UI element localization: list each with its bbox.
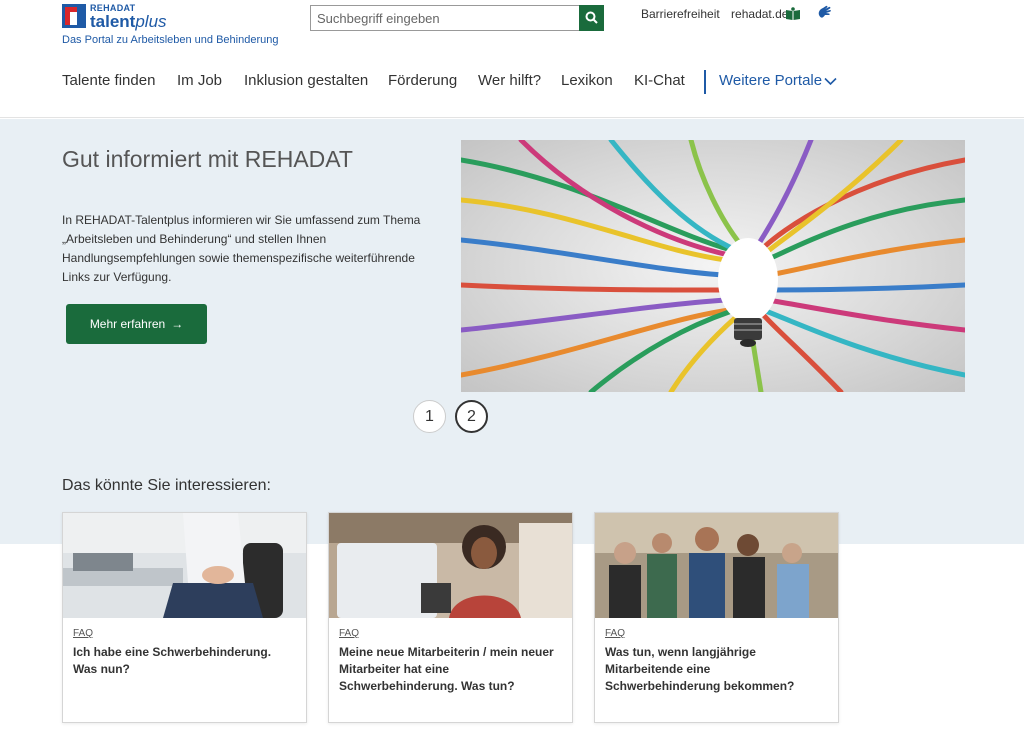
card-image-new-employee: [329, 513, 572, 618]
lightbulb-ropes-illustration: [461, 140, 965, 392]
logo-name: talentplus: [90, 12, 167, 31]
nav-lexikon[interactable]: Lexikon: [561, 72, 613, 89]
hero-title: Gut informiert mit REHADAT: [62, 146, 353, 172]
logo-mark-icon: [62, 4, 86, 28]
search-icon: [585, 11, 598, 24]
nav-divider: [704, 70, 706, 94]
top-links: Barrierefreiheit rehadat.de: [641, 7, 796, 21]
chevron-down-icon: [824, 77, 837, 86]
mehr-erfahren-button[interactable]: Mehr erfahren →: [66, 304, 207, 344]
section-title: Das könnte Sie interessieren:: [62, 477, 271, 494]
pager-page-2[interactable]: 2: [455, 400, 488, 433]
card-title: Meine neue Mitarbeiterin / mein neuer Mi…: [339, 645, 554, 693]
nav-weitere-portale-label: Weitere Portale: [719, 72, 823, 89]
nav-talente-finden[interactable]: Talente finden: [62, 72, 155, 89]
card-image-back-pain: [63, 513, 306, 618]
card-title: Ich habe eine Schwerbehinderung. Was nun…: [73, 645, 272, 676]
mehr-erfahren-label: Mehr erfahren: [89, 317, 166, 331]
card-image-workshop-team: [595, 513, 838, 618]
hero-text: In REHADAT-Talentplus informieren wir Si…: [62, 213, 421, 284]
nav-wer-hilft[interactable]: Wer hilft?: [478, 72, 541, 89]
card-faq-1[interactable]: FAQ Ich habe eine Schwerbehinderung. Was…: [62, 512, 307, 723]
accessibility-link[interactable]: Barrierefreiheit: [641, 7, 720, 21]
nav-inklusion-gestalten[interactable]: Inklusion gestalten: [244, 72, 368, 89]
card-title: Was tun, wenn langjährige Mitarbeitende …: [605, 645, 795, 693]
card-faq-2[interactable]: FAQ Meine neue Mitarbeiterin / mein neue…: [328, 512, 573, 723]
hero-image-lightbulb-ropes: [461, 140, 965, 392]
nav-foerderung[interactable]: Förderung: [388, 72, 457, 89]
search-input[interactable]: [310, 5, 580, 31]
pager-page-1[interactable]: 1: [413, 400, 446, 433]
nav-ki-chat[interactable]: KI-Chat: [634, 72, 685, 89]
card-tag: FAQ: [339, 628, 360, 639]
card-faq-3[interactable]: FAQ Was tun, wenn langjährige Mitarbeite…: [594, 512, 839, 723]
easy-read-book-icon[interactable]: [785, 7, 801, 21]
arrow-right-icon: →: [171, 317, 184, 331]
sign-language-icon[interactable]: [816, 5, 832, 23]
logo-tagline: Das Portal zu Arbeitsleben und Behinderu…: [62, 34, 279, 46]
search-bar: [310, 5, 604, 31]
nav-weitere-portale[interactable]: Weitere Portale: [719, 72, 837, 89]
site-header: REHADAT talentplus Das Portal zu Arbeits…: [0, 0, 1024, 118]
card-tag: FAQ: [605, 628, 626, 639]
search-button[interactable]: [579, 5, 604, 31]
nav-im-job[interactable]: Im Job: [177, 72, 222, 89]
rehadat-link[interactable]: rehadat.de: [731, 7, 788, 21]
hero-section: Gut informiert mit REHADAT In REHADAT-Ta…: [0, 119, 1024, 544]
card-tag: FAQ: [73, 628, 94, 639]
